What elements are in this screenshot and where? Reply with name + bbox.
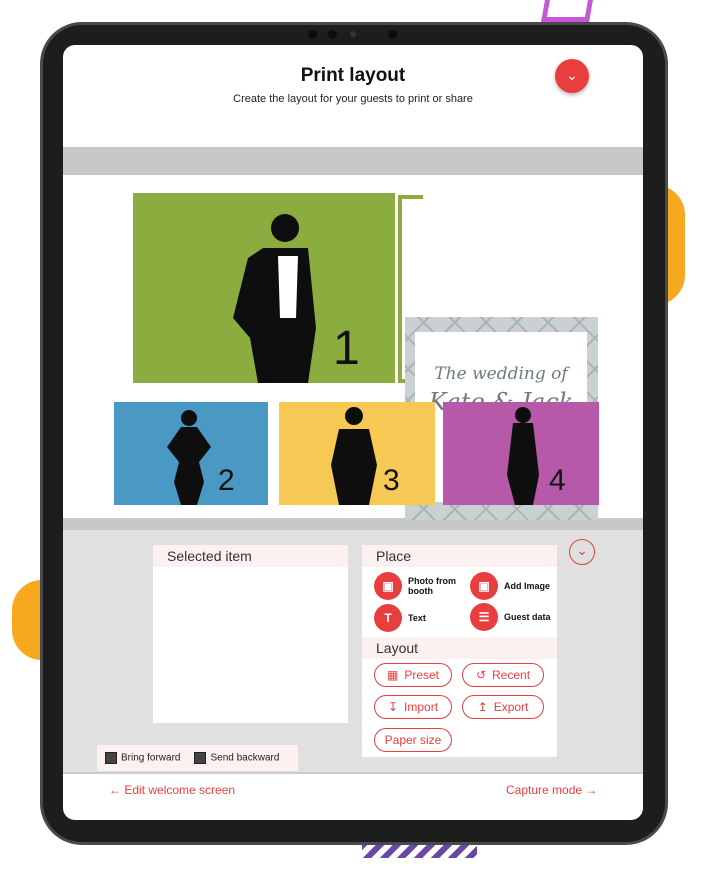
grid-icon: ▦ <box>386 668 399 682</box>
photo-number: 1 <box>333 322 360 375</box>
camera-icon <box>350 31 356 37</box>
text-icon: T <box>374 604 402 632</box>
send-backward-button[interactable]: Send backward <box>194 752 279 764</box>
sensor-icon <box>308 30 317 39</box>
layout-title: Layout <box>362 637 557 659</box>
guest-data-icon: ☰ <box>470 603 498 631</box>
download-icon: ↧ <box>387 700 399 714</box>
chevron-down-icon: ⌄ <box>576 542 588 558</box>
arrow-right-icon: → <box>582 783 598 797</box>
person-silhouette <box>331 407 377 505</box>
bring-forward-icon <box>105 752 117 764</box>
page-subtitle: Create the layout for your guests to pri… <box>233 93 473 105</box>
send-backward-icon <box>194 752 207 764</box>
photo-slot-4[interactable]: 4 <box>443 402 599 505</box>
photo-number: 4 <box>549 464 566 497</box>
photo-slot-2[interactable]: 2 <box>114 402 268 505</box>
paper-size-button[interactable]: Paper size <box>374 728 452 752</box>
decorative-triangle <box>541 0 593 22</box>
upload-icon: ↥ <box>477 700 488 714</box>
arrow-left-icon: ← <box>109 783 125 797</box>
place-text[interactable]: T Text <box>374 604 426 632</box>
arrange-bar: Bring forward Send backward <box>97 745 298 771</box>
import-button[interactable]: ↧ Import <box>374 695 452 719</box>
bring-forward-button[interactable]: Bring forward <box>105 752 180 764</box>
person-silhouette <box>167 410 211 505</box>
camera-icon: ▣ <box>374 572 402 600</box>
place-add-image[interactable]: ▣ Add Image <box>470 572 550 600</box>
photo-slot-1[interactable]: 1 <box>133 193 395 383</box>
place-guest-data[interactable]: ☰ Guest data <box>470 603 551 631</box>
export-button[interactable]: ↥ Export <box>462 695 544 719</box>
image-icon: ▣ <box>470 572 498 600</box>
canvas-top-band <box>63 147 643 175</box>
place-title: Place <box>362 545 557 567</box>
history-icon: ↺ <box>475 668 487 682</box>
collapse-button[interactable]: ⌄ <box>555 59 589 93</box>
place-photo-from-booth[interactable]: ▣ Photo from booth <box>374 572 458 600</box>
recent-button[interactable]: ↺ Recent <box>462 663 544 687</box>
photo-number: 2 <box>218 464 235 497</box>
selected-item-panel: Selected item <box>153 545 348 723</box>
card-line1: The wedding of <box>434 364 568 384</box>
app-screen: Print layout Create the layout for your … <box>63 45 643 820</box>
preset-button[interactable]: ▦ Preset <box>374 663 452 687</box>
expand-panel-button[interactable]: ⌄ <box>569 539 595 565</box>
chevron-down-icon: ⌄ <box>566 67 578 83</box>
capture-mode-link[interactable]: Capture mode → <box>506 783 597 797</box>
photo-slot-3[interactable]: 3 <box>279 402 435 505</box>
person-silhouette <box>507 407 539 505</box>
layout-canvas[interactable]: 1 The wedding of Kate & Jack 07.31.2022 … <box>63 175 643 520</box>
sensor-icon <box>388 30 397 39</box>
place-panel: Place ▣ Photo from booth ▣ Add Image T Text… <box>362 545 557 757</box>
person-silhouette <box>233 214 316 383</box>
edit-welcome-screen-link[interactable]: ← Edit welcome screen <box>109 783 235 797</box>
selected-item-title: Selected item <box>153 545 348 567</box>
sensor-icon <box>328 30 337 39</box>
photo-number: 3 <box>383 464 400 497</box>
